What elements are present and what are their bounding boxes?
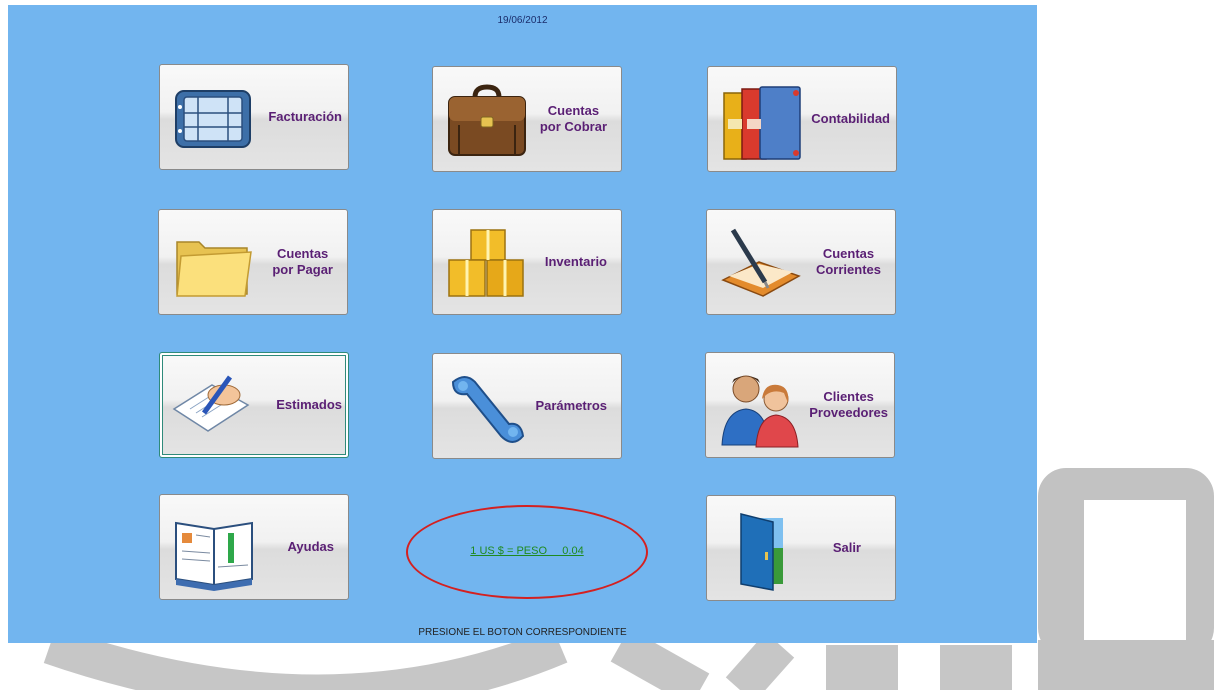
cuentas-por-cobrar-label-1: Cuentas bbox=[547, 103, 600, 118]
estimados-button[interactable]: Estimados bbox=[159, 352, 349, 458]
door-icon bbox=[740, 513, 783, 591]
cuentas-corrientes-button[interactable]: Cuentas Corrientes bbox=[706, 209, 896, 315]
folder-icon bbox=[176, 241, 252, 297]
facturacion-button[interactable]: Facturación bbox=[159, 64, 349, 170]
exchange-rate-link[interactable]: 1 US $ = PESO 0.04 bbox=[408, 545, 646, 557]
exchange-rate-highlight: 1 US $ = PESO 0.04 bbox=[406, 505, 648, 599]
cuentas-corrientes-label-1: Cuentas bbox=[822, 246, 875, 261]
salir-label: Salir bbox=[832, 540, 861, 555]
estimados-label: Estimados bbox=[276, 397, 342, 412]
cuentas-por-cobrar-button[interactable]: Cuentas por Cobrar bbox=[432, 66, 622, 172]
cuentas-por-cobrar-label-2: por Cobrar bbox=[539, 119, 607, 134]
status-bar-text: PRESIONE EL BOTON CORRESPONDIENTE bbox=[418, 627, 627, 638]
briefcase-icon bbox=[448, 84, 526, 156]
inventario-label: Inventario bbox=[544, 254, 607, 269]
current-date: 19/06/2012 bbox=[497, 15, 548, 26]
cuentas-corrientes-label-2: Corrientes bbox=[815, 262, 881, 277]
parametros-label: Parámetros bbox=[535, 398, 607, 413]
cuentas-por-pagar-label-2: por Pagar bbox=[272, 262, 333, 277]
main-menu-panel: 19/06/2012 Facturación Cuentas por Cobrar bbox=[8, 5, 1037, 643]
contabilidad-button[interactable]: Contabilidad bbox=[707, 66, 897, 172]
writing-hand-icon bbox=[172, 375, 250, 432]
salir-button[interactable]: Salir bbox=[706, 495, 896, 601]
cuentas-por-pagar-button[interactable]: Cuentas por Pagar bbox=[158, 209, 348, 315]
people-icon bbox=[721, 375, 799, 448]
invoice-icon bbox=[175, 90, 251, 148]
wrench-icon bbox=[451, 376, 525, 443]
facturacion-label: Facturación bbox=[268, 109, 342, 124]
ayudas-button[interactable]: Ayudas bbox=[159, 494, 349, 600]
ayudas-label: Ayudas bbox=[287, 539, 334, 554]
proveedores-label-2: Proveedores bbox=[809, 405, 888, 420]
boxes-icon bbox=[448, 229, 524, 297]
checkbook-icon bbox=[721, 228, 801, 297]
clientes-label-1: Clientes bbox=[823, 389, 874, 404]
clientes-proveedores-button[interactable]: Clientes Proveedores bbox=[705, 352, 895, 458]
binders-icon bbox=[723, 86, 801, 160]
book-icon bbox=[175, 521, 253, 591]
inventario-button[interactable]: Inventario bbox=[432, 209, 622, 315]
parametros-button[interactable]: Parámetros bbox=[432, 353, 622, 459]
contabilidad-label: Contabilidad bbox=[811, 111, 890, 126]
cuentas-por-pagar-label-1: Cuentas bbox=[277, 246, 329, 261]
